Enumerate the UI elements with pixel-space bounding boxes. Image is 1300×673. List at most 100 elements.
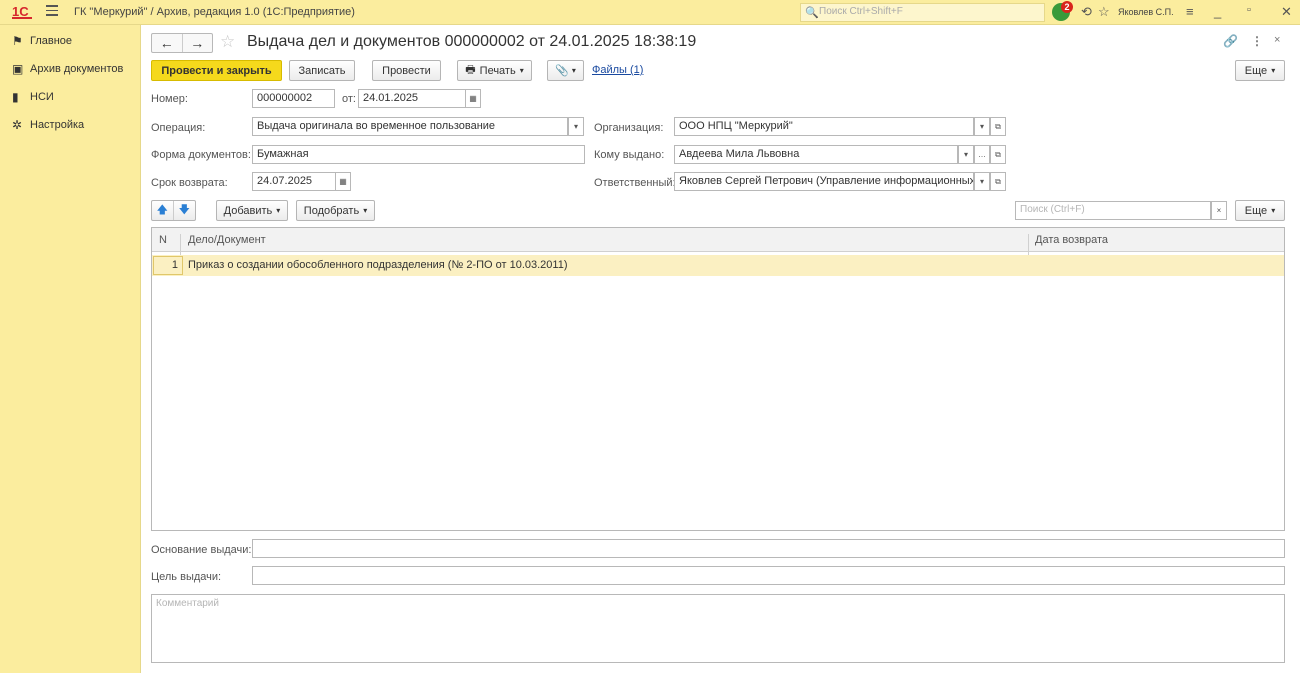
sidebar-item-label: Архив документов: [30, 63, 124, 75]
more-label: Еще: [1244, 64, 1268, 77]
history-icon[interactable]: ⟲: [1081, 4, 1092, 20]
print-label: Печать: [479, 64, 516, 77]
column-header-n[interactable]: N: [159, 234, 167, 246]
print-button[interactable]: 🖶 Печать ▾: [457, 60, 532, 81]
doc-form-field[interactable]: Бумажная: [252, 145, 585, 164]
more-button[interactable]: Еще ▾: [1235, 60, 1285, 81]
return-date-label: Срок возврата:: [151, 177, 228, 189]
printer-icon: 🖶: [465, 64, 476, 76]
close-window-icon[interactable]: ✕: [1281, 4, 1292, 20]
issued-to-field[interactable]: Авдеева Мила Львовна: [674, 145, 958, 164]
search-icon: 🔍: [805, 7, 819, 19]
chevron-down-icon[interactable]: ▾: [974, 117, 990, 136]
sidebar-item-main[interactable]: ⚑ Главное: [12, 31, 72, 51]
chevron-down-icon: ▾: [363, 206, 368, 215]
global-search-placeholder: Поиск Ctrl+Shift+F: [819, 6, 903, 17]
add-row-button[interactable]: Добавить ▾: [216, 200, 288, 221]
basis-label: Основание выдачи:: [151, 544, 252, 556]
sidebar: ⚑ Главное ▣ Архив документов ▮ НСИ ✲ Нас…: [0, 25, 141, 673]
favorites-star-icon[interactable]: ☆: [1098, 4, 1110, 20]
attach-button[interactable]: 📎 ▾: [547, 60, 584, 81]
row-number-cell[interactable]: 1: [153, 256, 183, 275]
gear-icon: ✲: [12, 118, 23, 132]
calendar-icon[interactable]: ▦: [335, 172, 351, 191]
more-label: Еще: [1244, 204, 1268, 217]
table-header: N Дело/Документ Дата возврата: [152, 228, 1284, 258]
sidebar-item-settings[interactable]: ✲ Настройка: [12, 115, 84, 135]
row-document-cell[interactable]: Приказ о создании обособленного подразде…: [188, 259, 568, 271]
arrow-down-icon[interactable]: 🡇: [174, 201, 195, 220]
top-bar: 1С ГК "Меркурий" / Архив, редакция 1.0 (…: [0, 0, 1300, 25]
select-dots-icon[interactable]: …: [974, 145, 990, 164]
purpose-label: Цель выдачи:: [151, 571, 222, 583]
pick-label: Подобрать: [303, 204, 360, 217]
chevron-down-icon[interactable]: ▾: [958, 145, 974, 164]
close-form-icon[interactable]: ×: [1274, 34, 1280, 46]
global-search-input[interactable]: 🔍 Поиск Ctrl+Shift+F: [800, 3, 1045, 22]
page-title: Выдача дел и документов 000000002 от 24.…: [247, 33, 697, 50]
return-date-field[interactable]: 24.07.2025: [252, 172, 336, 191]
logo-underline: [12, 17, 32, 19]
add-label: Добавить: [223, 204, 273, 217]
open-icon[interactable]: ⧉: [990, 145, 1006, 164]
column-header-return-date[interactable]: Дата возврата: [1035, 234, 1108, 246]
table-row[interactable]: 1 Приказ о создании обособленного подраз…: [152, 255, 1284, 276]
chevron-down-icon: ▾: [276, 206, 281, 215]
table-search-input[interactable]: Поиск (Ctrl+F): [1015, 201, 1211, 220]
comment-textarea[interactable]: Комментарий: [151, 594, 1285, 663]
number-label: Номер:: [151, 93, 188, 105]
sidebar-item-archive[interactable]: ▣ Архив документов: [12, 59, 123, 79]
documents-table[interactable]: N Дело/Документ Дата возврата 1 Приказ о…: [151, 227, 1285, 531]
issued-to-label: Кому выдано:: [594, 149, 665, 161]
operation-label: Операция:: [151, 122, 206, 134]
save-button[interactable]: Записать: [289, 60, 355, 81]
chevron-down-icon: ▾: [1271, 66, 1276, 75]
arrow-up-icon[interactable]: 🡅: [152, 201, 174, 220]
open-icon[interactable]: ⧉: [990, 117, 1006, 136]
minimize-icon[interactable]: _: [1214, 4, 1221, 19]
pick-button[interactable]: Подобрать ▾: [296, 200, 375, 221]
sidebar-item-label: НСИ: [30, 91, 54, 103]
column-header-document[interactable]: Дело/Документ: [188, 234, 266, 246]
link-icon[interactable]: 🔗: [1223, 34, 1238, 48]
chevron-down-icon: ▾: [519, 66, 524, 75]
open-icon[interactable]: ⧉: [990, 172, 1006, 191]
operation-select[interactable]: Выдача оригинала во временное пользовани…: [252, 117, 568, 136]
clear-search-icon[interactable]: ×: [1211, 201, 1227, 220]
post-button[interactable]: Провести: [372, 60, 441, 81]
basis-field[interactable]: [252, 539, 1285, 558]
favorite-star-icon[interactable]: ☆: [220, 32, 235, 52]
forward-arrow-icon[interactable]: →: [183, 34, 213, 52]
date-from-label: от:: [342, 93, 356, 105]
current-user[interactable]: Яковлев С.П.: [1118, 7, 1174, 17]
organization-field[interactable]: ООО НПЦ "Меркурий": [674, 117, 974, 136]
chevron-down-icon[interactable]: ▾: [568, 117, 584, 136]
table-more-button[interactable]: Еще ▾: [1235, 200, 1285, 221]
responsible-label: Ответственный:: [594, 177, 676, 189]
files-link[interactable]: Файлы (1): [592, 64, 643, 76]
sidebar-item-label: Настройка: [30, 119, 85, 131]
settings-menu-icon[interactable]: ≡: [1186, 4, 1194, 19]
organization-label: Организация:: [594, 122, 664, 134]
calendar-icon[interactable]: ▦: [465, 89, 481, 108]
number-field[interactable]: 000000002: [252, 89, 335, 108]
archive-box-icon: ▣: [12, 62, 24, 76]
more-vertical-icon[interactable]: ⋮: [1251, 34, 1263, 48]
date-field[interactable]: 24.01.2025: [358, 89, 466, 108]
responsible-field[interactable]: Яковлев Сергей Петрович (Управление инфо…: [674, 172, 974, 191]
chevron-down-icon: ▾: [1271, 206, 1276, 215]
back-arrow-icon[interactable]: ←: [152, 34, 183, 52]
flag-icon: ⚑: [12, 34, 23, 48]
sidebar-item-nsi[interactable]: ▮ НСИ: [12, 87, 54, 107]
chevron-down-icon: ▾: [571, 66, 576, 75]
purpose-field[interactable]: [252, 566, 1285, 585]
chevron-down-icon[interactable]: ▾: [974, 172, 990, 191]
app-title: ГК "Меркурий" / Архив, редакция 1.0 (1С:…: [74, 6, 355, 18]
document-form: ← → ☆ Выдача дел и документов 000000002 …: [141, 25, 1300, 673]
restore-icon[interactable]: ▫: [1247, 4, 1251, 16]
post-and-close-button[interactable]: Провести и закрыть: [151, 60, 282, 81]
nav-buttons: ← →: [151, 33, 213, 53]
move-buttons: 🡅 🡇: [151, 200, 196, 221]
notifications-badge: 2: [1061, 1, 1073, 13]
menu-icon[interactable]: [46, 5, 58, 19]
